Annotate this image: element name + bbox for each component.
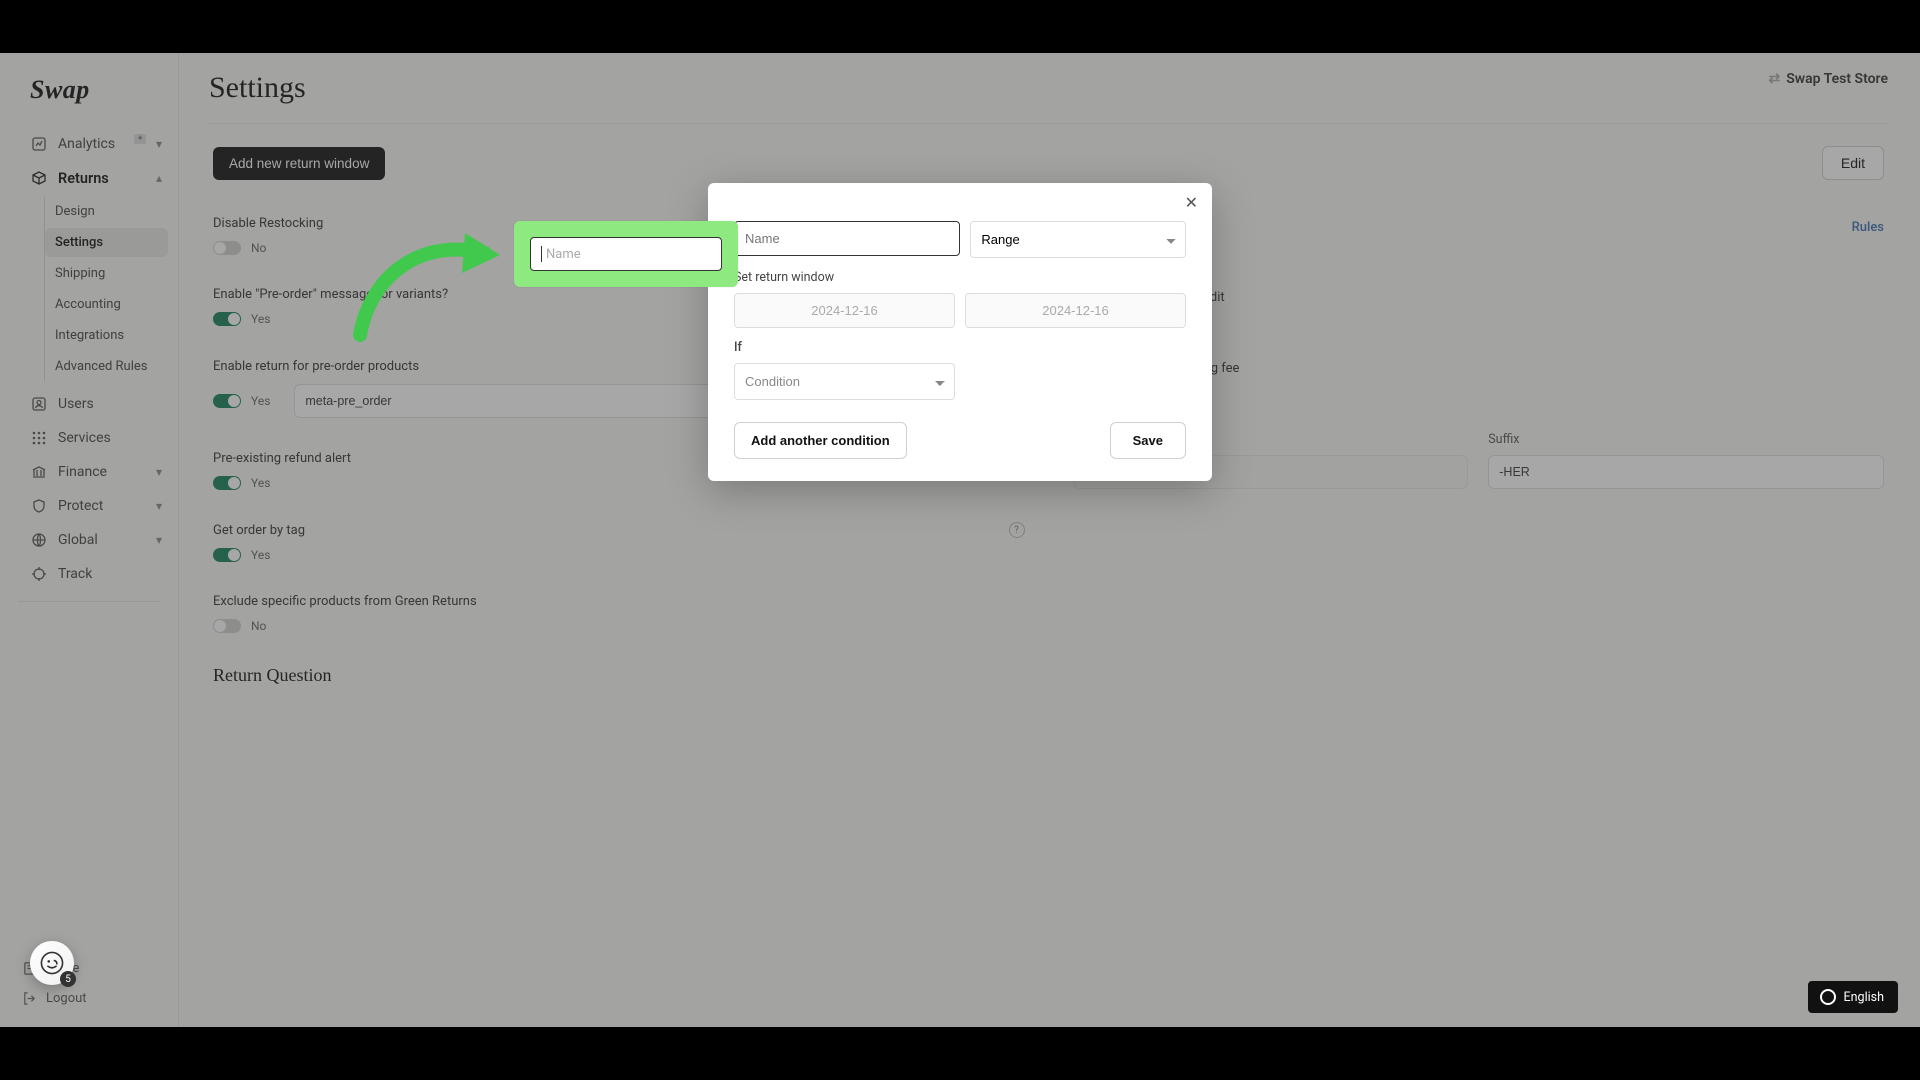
label-suffix: Suffix (1488, 432, 1884, 447)
label-enable-return-preorder: Enable return for pre-order products (213, 359, 419, 374)
ring-icon (1820, 989, 1836, 1005)
nav-label: Track (58, 566, 162, 582)
shield-icon (30, 497, 48, 515)
save-button[interactable]: Save (1110, 422, 1186, 459)
language-label: English (1844, 990, 1884, 1005)
chart-icon (30, 135, 48, 153)
help-icon[interactable]: ? (1009, 522, 1025, 538)
chevron-down-icon: ▾ (156, 499, 162, 513)
toggle-get-order-tag[interactable] (213, 548, 241, 562)
modal-name-input[interactable] (734, 221, 960, 256)
label-get-order-tag: Get order by tag (213, 523, 305, 538)
edit-button[interactable]: Edit (1822, 146, 1884, 180)
annotation-highlight-input: Name (530, 237, 722, 271)
language-switcher[interactable]: English (1808, 981, 1898, 1013)
toggle-state: Yes (251, 476, 270, 490)
ai-badge-icon: ✦ (134, 134, 146, 144)
modal-date-from[interactable] (734, 293, 955, 328)
close-icon[interactable]: ✕ (1185, 193, 1198, 212)
chevron-down-icon: ▾ (156, 533, 162, 547)
nav-label: Finance (58, 464, 146, 480)
box-icon (30, 169, 48, 187)
chat-badge: 5 (60, 971, 76, 987)
suffix-input[interactable] (1488, 455, 1884, 489)
brand-logo: Swap (0, 53, 178, 121)
toggle-state: Yes (251, 548, 270, 562)
nav-label: Protect (58, 498, 146, 514)
annotation-placeholder: Name (546, 247, 581, 262)
toggle-state: Yes (251, 312, 270, 326)
nav-logout[interactable]: Logout (20, 983, 162, 1013)
nav-finance[interactable]: Finance ▾ (0, 455, 178, 489)
nav-track[interactable]: Track (0, 557, 178, 591)
user-icon (30, 395, 48, 413)
globe-icon (30, 531, 48, 549)
nav-users[interactable]: Users (0, 387, 178, 421)
annotation-highlight: Name (514, 221, 738, 287)
subnav-shipping[interactable]: Shipping (45, 259, 168, 288)
modal-date-to[interactable] (965, 293, 1186, 328)
toggle-disable-restocking[interactable] (213, 241, 241, 255)
chevron-down-icon: ▾ (156, 137, 162, 151)
page-title: Settings (209, 71, 306, 105)
store-switcher[interactable]: ⇄ Swap Test Store (1769, 71, 1888, 87)
nav-protect[interactable]: Protect ▾ (0, 489, 178, 523)
swap-arrows-icon: ⇄ (1769, 71, 1779, 87)
target-icon (30, 565, 48, 583)
toggle-preorder-variants[interactable] (213, 312, 241, 326)
nav-returns[interactable]: Returns ▴ (0, 161, 178, 195)
toggle-state: No (251, 241, 266, 255)
nav-label: Users (58, 396, 162, 412)
return-window-modal: ✕ Range Set return window (708, 183, 1212, 481)
sidebar-bottom: Guide Logout (0, 945, 178, 1027)
subnav-advanced-rules[interactable]: Advanced Rules (45, 352, 168, 381)
rules-link-text[interactable]: Rules (1852, 220, 1884, 235)
toggle-pre-refund-alert[interactable] (213, 476, 241, 490)
sidebar: Swap Analytics ✦ ▾ Returns ▴ (0, 53, 179, 1027)
grid-icon (30, 429, 48, 447)
store-name: Swap Test Store (1786, 71, 1888, 87)
nav-global[interactable]: Global ▾ (0, 523, 178, 557)
nav-label: Analytics (58, 136, 122, 152)
toggle-enable-return-preorder[interactable] (213, 394, 241, 408)
subnav-settings[interactable]: Settings (45, 228, 168, 257)
subnav-design[interactable]: Design (45, 197, 168, 226)
nav-label: Returns (58, 170, 146, 187)
nav-label: Logout (46, 991, 87, 1006)
label-if: If (734, 340, 1186, 355)
modal-condition-select[interactable]: Condition (734, 363, 955, 400)
add-condition-button[interactable]: Add another condition (734, 422, 907, 459)
nav-label: Services (58, 430, 162, 446)
nav-analytics[interactable]: Analytics ✦ ▾ (0, 127, 178, 161)
chat-face-icon (39, 950, 65, 976)
subnav-accounting[interactable]: Accounting (45, 290, 168, 319)
nav-services[interactable]: Services (0, 421, 178, 455)
section-return-question: Return Question (213, 665, 1025, 686)
subnav-integrations[interactable]: Integrations (45, 321, 168, 350)
label-pre-refund-alert: Pre-existing refund alert (213, 451, 351, 466)
toggle-exclude-green[interactable] (213, 619, 241, 633)
modal-range-select[interactable]: Range (970, 221, 1186, 258)
chevron-down-icon: ▾ (156, 465, 162, 479)
label-exclude-green: Exclude specific products from Green Ret… (213, 594, 1025, 609)
returns-submenu: Design Settings Shipping Accounting Inte… (44, 197, 178, 381)
bank-icon (30, 463, 48, 481)
toggle-state: No (251, 619, 266, 633)
preorder-tag-input[interactable] (294, 384, 774, 418)
main-nav: Analytics ✦ ▾ Returns ▴ Design Settings … (0, 121, 178, 945)
add-return-window-button[interactable]: Add new return window (213, 147, 385, 180)
label-set-return-window: Set return window (734, 270, 1186, 285)
logout-icon (20, 989, 38, 1007)
nav-label: Global (58, 532, 146, 548)
chevron-up-icon: ▴ (156, 171, 162, 185)
toggle-state: Yes (251, 394, 270, 408)
chat-widget[interactable]: 5 (30, 941, 74, 985)
